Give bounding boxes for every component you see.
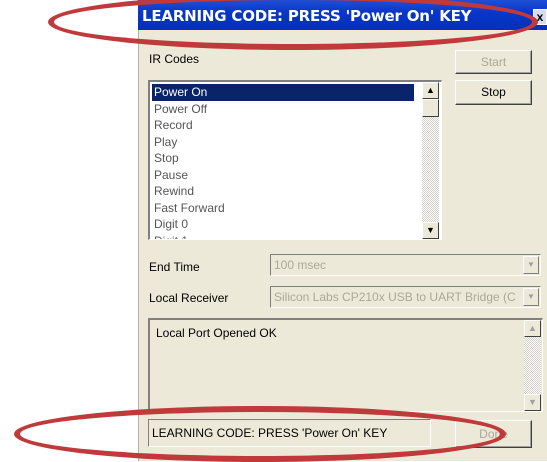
list-item[interactable]: Power Off: [152, 101, 414, 118]
list-item[interactable]: Record: [152, 117, 414, 134]
end-time-label: End Time: [149, 260, 200, 274]
scroll-down-icon[interactable]: ▼: [422, 222, 439, 239]
list-item[interactable]: Stop: [152, 150, 414, 167]
ir-codes-list[interactable]: Power On Power Off Record Play Stop Pause Rewi…: [148, 80, 442, 240]
ir-codes-label: IR Codes: [149, 52, 200, 66]
scroll-thumb[interactable]: [422, 99, 439, 117]
list-item[interactable]: Digit 0: [152, 216, 414, 233]
chevron-down-icon[interactable]: ▼: [523, 256, 539, 274]
chevron-down-icon[interactable]: ▼: [523, 288, 539, 306]
end-time-select[interactable]: 100 msec ▼: [270, 254, 541, 276]
scroll-down-icon[interactable]: ▼: [524, 394, 541, 411]
log-text: Local Port Opened OK: [156, 326, 277, 340]
local-receiver-select[interactable]: Silicon Labs CP210x USB to UART Bridge (…: [270, 286, 541, 308]
scroll-up-icon[interactable]: ▲: [524, 320, 541, 337]
local-receiver-value: Silicon Labs CP210x USB to UART Bridge (…: [274, 290, 516, 304]
local-receiver-label: Local Receiver: [149, 291, 229, 305]
window-title: LEARNING CODE: PRESS 'Power On' KEY: [142, 7, 472, 25]
title-bar[interactable]: LEARNING CODE: PRESS 'Power On' KEY: [138, 0, 547, 30]
list-item[interactable]: Digit 1: [152, 233, 414, 240]
list-item[interactable]: Power On: [152, 84, 414, 101]
stop-button[interactable]: Stop: [455, 80, 532, 105]
list-item[interactable]: Play: [152, 134, 414, 151]
ir-codes-scrollbar[interactable]: ▲ ▼: [422, 82, 439, 239]
scroll-up-icon[interactable]: ▲: [422, 82, 439, 99]
done-button[interactable]: Done: [455, 420, 532, 448]
close-button[interactable]: x: [533, 9, 547, 25]
log-textarea[interactable]: Local Port Opened OK ▲ ▼: [148, 318, 543, 412]
status-bar: LEARNING CODE: PRESS 'Power On' KEY: [148, 419, 431, 447]
list-item[interactable]: Fast Forward: [152, 200, 414, 217]
log-scrollbar[interactable]: ▲ ▼: [524, 320, 541, 411]
end-time-value: 100 msec: [274, 258, 327, 272]
list-item[interactable]: Pause: [152, 167, 414, 184]
start-button[interactable]: Start: [455, 50, 532, 74]
status-text: LEARNING CODE: PRESS 'Power On' KEY: [152, 426, 388, 440]
list-item[interactable]: Rewind: [152, 183, 414, 200]
